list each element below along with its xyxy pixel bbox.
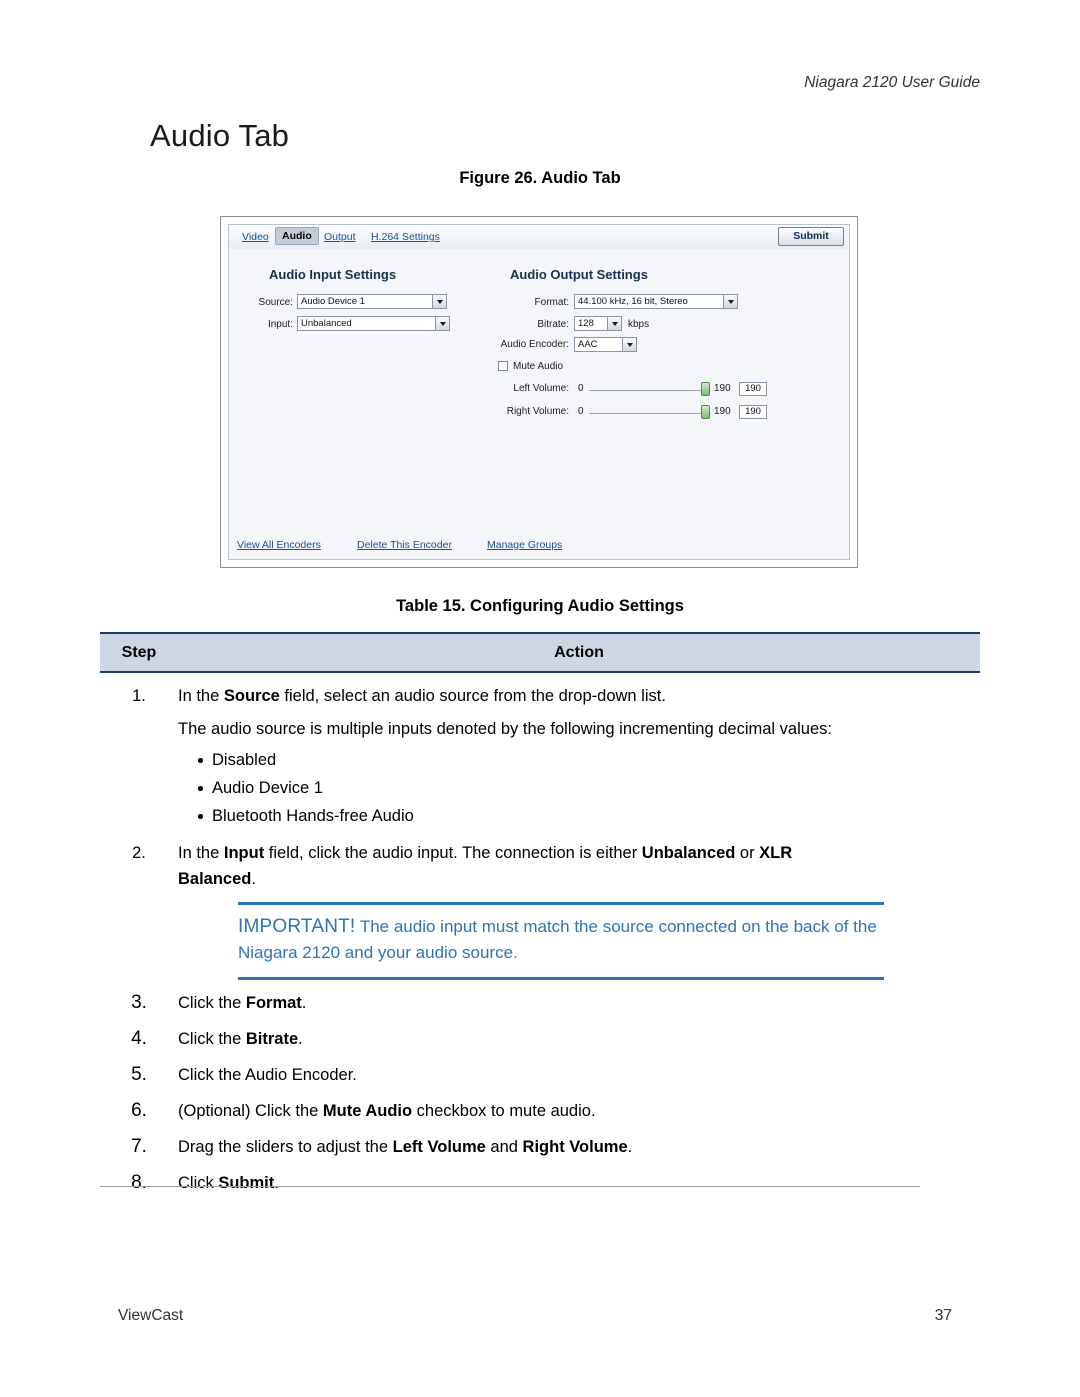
footer-page-number: 37 xyxy=(934,1307,952,1324)
step-action: In the Source field, select an audio sou… xyxy=(178,673,980,830)
step-number: 8. xyxy=(131,1172,147,1193)
step-action: In the Input field, click the audio inpu… xyxy=(178,830,980,980)
left-volume-input[interactable]: 190 xyxy=(739,382,767,396)
table-header-row: Step Action xyxy=(100,632,980,673)
tab-output[interactable]: Output xyxy=(319,229,361,245)
format-select[interactable]: 44.100 kHz, 16 bit, Stereo xyxy=(574,294,738,309)
input-select[interactable]: Unbalanced xyxy=(297,316,450,331)
view-all-encoders-link[interactable]: View All Encoders xyxy=(237,539,321,551)
input-select-value: Unbalanced xyxy=(301,318,352,329)
source-select-value: Audio Device 1 xyxy=(301,296,365,307)
format-label: Format: xyxy=(534,297,569,308)
table-row: 6. (Optional) Click the Mute Audio check… xyxy=(100,1088,980,1124)
left-volume-slider-handle[interactable] xyxy=(701,382,710,396)
running-head: Niagara 2120 User Guide xyxy=(804,74,980,91)
table-row: 4. Click the Bitrate. xyxy=(100,1016,980,1052)
tab-h264-settings[interactable]: H.264 Settings xyxy=(366,229,445,245)
step-action: Click the Format. xyxy=(178,994,307,1012)
footer-company: ViewCast xyxy=(118,1307,184,1324)
source-options-list: Disabled Audio Device 1 Bluetooth Hands-… xyxy=(178,746,970,830)
table-row: 1. In the Source field, select an audio … xyxy=(100,673,980,830)
chevron-down-icon[interactable] xyxy=(622,338,636,351)
list-item: Bluetooth Hands-free Audio xyxy=(198,802,970,830)
right-volume-slider[interactable] xyxy=(589,413,711,414)
left-volume-label: Left Volume: xyxy=(513,383,569,394)
figure-caption: Figure 26. Audio Tab xyxy=(459,169,621,187)
list-item: Audio Device 1 xyxy=(198,774,970,802)
audio-input-settings-title: Audio Input Settings xyxy=(269,267,397,282)
delete-this-encoder-link[interactable]: Delete This Encoder xyxy=(357,539,452,551)
left-volume-value: 190 xyxy=(714,383,731,394)
right-volume-label: Right Volume: xyxy=(506,406,569,417)
step-action-sub: The audio source is multiple inputs deno… xyxy=(178,720,832,738)
submit-button[interactable]: Submit xyxy=(778,227,844,246)
audio-encoder-label: Audio Encoder: xyxy=(500,339,569,350)
audio-encoder-select[interactable]: AAC xyxy=(574,337,637,352)
audio-output-settings-title: Audio Output Settings xyxy=(510,267,648,282)
left-volume-min: 0 xyxy=(578,383,584,394)
step-number: 5. xyxy=(131,1064,147,1085)
important-callout: IMPORTANT! The audio input must match th… xyxy=(238,902,884,980)
table-row: 5. Click the Audio Encoder. xyxy=(100,1052,980,1088)
step-action-main: In the Source field, select an audio sou… xyxy=(178,687,666,705)
audio-encoder-select-value: AAC xyxy=(578,339,598,350)
step-action: Click the Audio Encoder. xyxy=(178,1066,357,1084)
chevron-down-icon[interactable] xyxy=(607,317,621,330)
right-volume-value: 190 xyxy=(714,406,731,417)
table-row: 2. In the Input field, click the audio i… xyxy=(100,830,980,980)
document-page: Niagara 2120 User Guide Audio Tab Figure… xyxy=(0,0,1080,1397)
encoder-tabbar: Video Audio Output H.264 Settings Submit xyxy=(229,225,849,250)
encoder-panel-body: Audio Input Settings Source: Audio Devic… xyxy=(229,249,849,559)
step-number: 3. xyxy=(131,992,147,1013)
right-volume-min: 0 xyxy=(578,406,584,417)
bitrate-label: Bitrate: xyxy=(537,319,569,330)
table-row: 7. Drag the sliders to adjust the Left V… xyxy=(100,1124,980,1160)
table-row: 8. Click Submit. xyxy=(100,1160,980,1196)
step-number: 7. xyxy=(131,1136,147,1157)
step-number: 6. xyxy=(131,1100,147,1121)
chevron-down-icon[interactable] xyxy=(723,295,737,308)
step-action: Click Submit. xyxy=(178,1174,279,1192)
bitrate-select-value: 128 xyxy=(578,318,594,329)
input-label: Input: xyxy=(267,319,293,330)
tab-video[interactable]: Video xyxy=(237,229,274,245)
step-number: 2. xyxy=(132,844,146,862)
page-title: Audio Tab xyxy=(150,118,290,153)
chevron-down-icon[interactable] xyxy=(435,317,449,330)
column-header-action: Action xyxy=(554,643,604,661)
step-number: 4. xyxy=(131,1028,147,1049)
configuring-audio-settings-table: Step Action 1. In the Source field, sele… xyxy=(100,632,980,1196)
tab-audio[interactable]: Audio xyxy=(275,227,319,245)
source-select[interactable]: Audio Device 1 xyxy=(297,294,447,309)
step-number: 1. xyxy=(132,687,146,705)
audio-tab-screenshot: Video Audio Output H.264 Settings Submit… xyxy=(220,216,858,568)
important-keyword: IMPORTANT! xyxy=(238,916,356,937)
mute-audio-checkbox[interactable] xyxy=(498,361,508,371)
list-item: Disabled xyxy=(198,746,970,774)
chevron-down-icon[interactable] xyxy=(432,295,446,308)
manage-groups-link[interactable]: Manage Groups xyxy=(487,539,562,551)
bitrate-unit-label: kbps xyxy=(628,319,650,330)
right-volume-input[interactable]: 190 xyxy=(739,405,767,419)
encoder-panel: Video Audio Output H.264 Settings Submit… xyxy=(228,224,850,560)
source-label: Source: xyxy=(258,297,293,308)
right-volume-slider-handle[interactable] xyxy=(701,405,710,419)
column-header-step: Step xyxy=(121,643,157,661)
footer-divider xyxy=(100,1186,920,1187)
table-caption: Table 15. Configuring Audio Settings xyxy=(396,597,684,615)
bitrate-select[interactable]: 128 xyxy=(574,316,622,331)
step-action: Drag the sliders to adjust the Left Volu… xyxy=(178,1138,633,1156)
format-select-value: 44.100 kHz, 16 bit, Stereo xyxy=(578,296,688,307)
mute-audio-label: Mute Audio xyxy=(513,361,564,372)
step-action: (Optional) Click the Mute Audio checkbox… xyxy=(178,1102,596,1120)
left-volume-slider[interactable] xyxy=(589,390,711,391)
step-action: Click the Bitrate. xyxy=(178,1030,303,1048)
step-action-main: In the Input field, click the audio inpu… xyxy=(178,844,793,888)
table-row: 3. Click the Format. xyxy=(100,980,980,1016)
